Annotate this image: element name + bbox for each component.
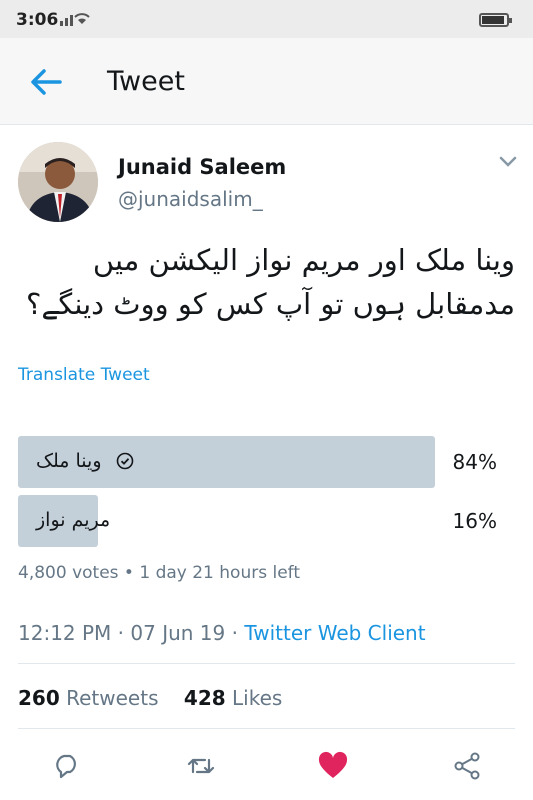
caret-down-icon[interactable] (498, 154, 518, 168)
divider (18, 728, 515, 729)
app-header: Tweet (0, 38, 533, 125)
signal-icon (60, 12, 104, 29)
battery-icon (479, 13, 512, 27)
tweet-text: وینا ملک اور مریم نواز الیکشن میں مدمقاب… (20, 238, 515, 326)
tweet-text-line-2: مدمقابل ہوں تو آپ کس کو ووٹ دینگے؟ (25, 287, 515, 321)
poll-option-percent: 84% (452, 450, 497, 474)
divider (18, 663, 515, 664)
poll-meta: 4,800 votes • 1 day 21 hours left (18, 563, 301, 583)
tweet-timestamp: 12:12 PM · 07 Jun 19 · Twitter Web Clien… (18, 621, 426, 645)
retweets-stat[interactable]: 260 Retweets (18, 686, 158, 710)
retweets-label: Retweets (66, 686, 159, 710)
likes-count: 428 (183, 686, 226, 710)
timestamp-text: 12:12 PM · 07 Jun 19 · (18, 621, 245, 645)
heart-icon[interactable] (318, 751, 348, 781)
retweets-count: 260 (18, 686, 60, 710)
status-bar: 3:06 (0, 0, 533, 38)
likes-stat[interactable]: 428 Likes (184, 686, 282, 710)
avatar[interactable] (18, 142, 98, 222)
status-time: 3:06 (16, 10, 59, 30)
source-link[interactable]: Twitter Web Client (244, 621, 425, 645)
share-icon[interactable] (452, 751, 482, 781)
poll-option-label: مریم نواز (36, 509, 111, 531)
back-arrow-icon[interactable] (26, 62, 66, 102)
author-name[interactable]: Junaid Saleem (118, 155, 286, 179)
tweet-stats: 260 Retweets 428 Likes (18, 686, 282, 710)
retweet-icon[interactable] (186, 751, 216, 781)
translate-tweet-link[interactable]: Translate Tweet (18, 365, 150, 385)
poll-option-2: مریم نواز 16% (18, 495, 515, 547)
poll-option-1: وینا ملک 84% (18, 436, 515, 488)
poll-option-label: وینا ملک (36, 450, 102, 472)
tweet-text-line-1: وینا ملک اور مریم نواز الیکشن میں (92, 243, 515, 277)
poll-option-percent: 16% (452, 509, 497, 533)
reply-icon[interactable] (52, 751, 82, 781)
likes-label: Likes (232, 686, 283, 710)
page-title: Tweet (107, 66, 185, 97)
author-handle[interactable]: @junaidsalim_ (118, 187, 263, 211)
check-circle-icon (116, 452, 134, 470)
